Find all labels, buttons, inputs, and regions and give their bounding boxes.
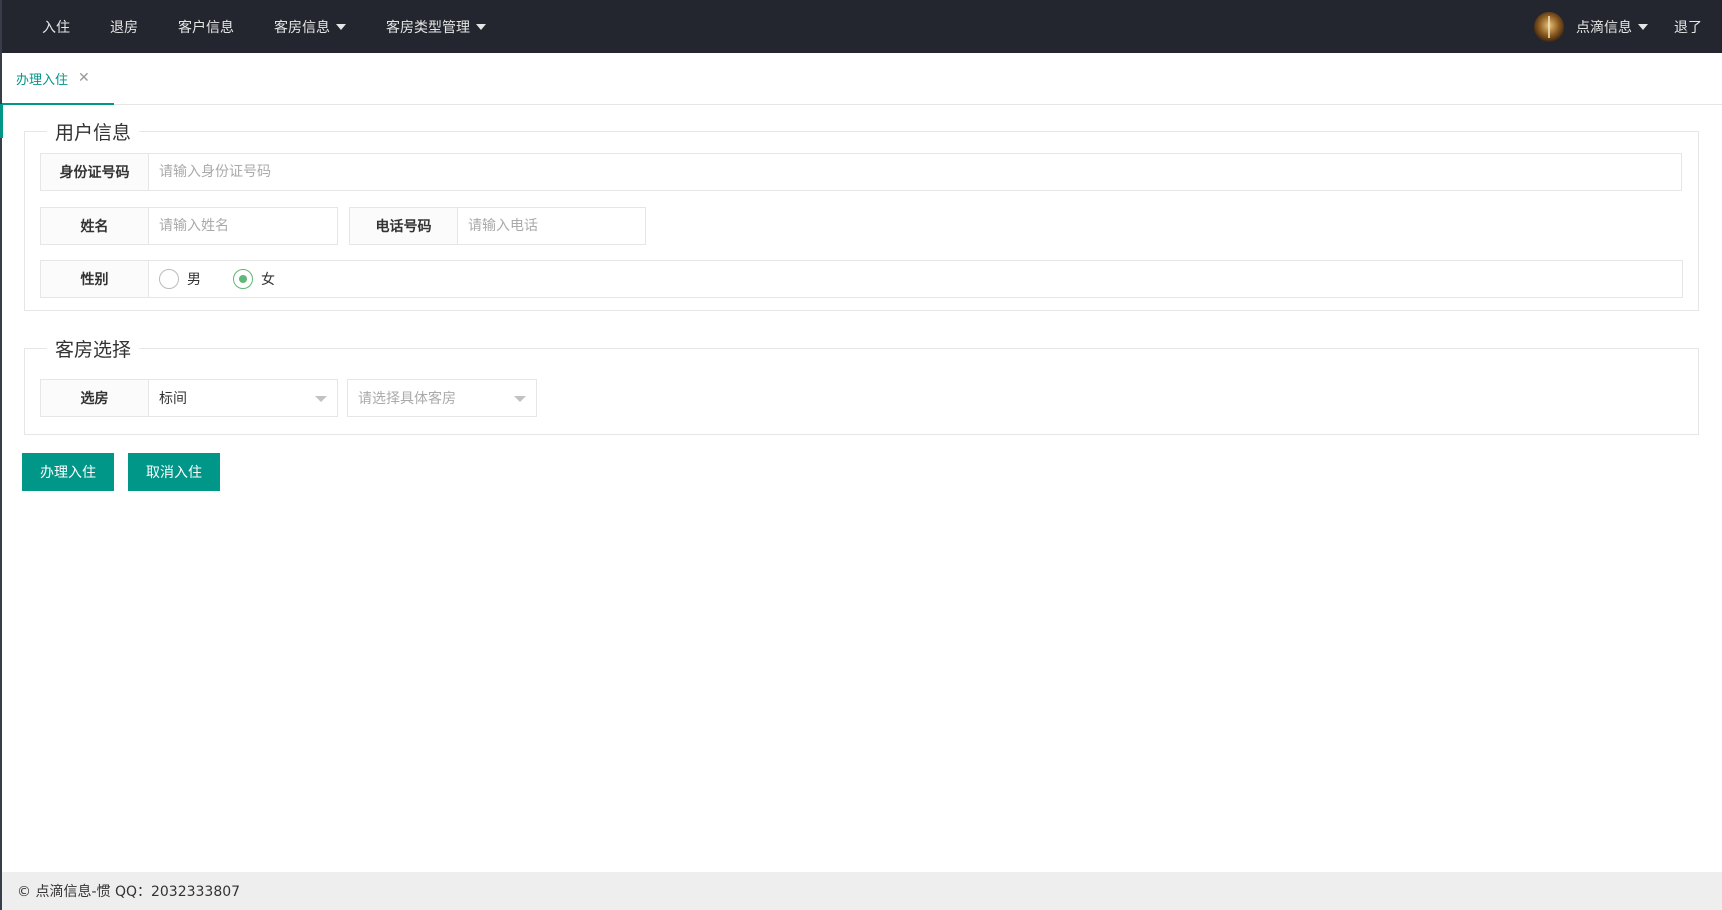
tab-label: 办理入住 — [16, 72, 69, 88]
radio-checked-icon — [233, 269, 253, 289]
nav-item-checkout[interactable]: 退房 — [90, 0, 158, 53]
radio-unchecked-icon — [159, 269, 179, 289]
main-nav: 入住 退房 客户信息 客房信息 客房类型管理 — [22, 0, 506, 53]
gender-label: 性别 — [40, 260, 148, 298]
nav-item-room-type-management[interactable]: 客房类型管理 — [366, 0, 506, 53]
user-menu[interactable]: 点滴信息 — [1576, 17, 1648, 37]
cancel-checkin-button[interactable]: 取消入住 — [128, 453, 220, 491]
gender-radio-male[interactable]: 男 — [159, 269, 201, 289]
submit-checkin-button[interactable]: 办理入住 — [22, 453, 114, 491]
name-label: 姓名 — [40, 207, 148, 245]
id-card-row: 身份证号码 — [40, 153, 1682, 191]
phone-row: 电话号码 — [349, 207, 646, 245]
id-card-label: 身份证号码 — [40, 153, 148, 191]
radio-label: 男 — [187, 272, 201, 288]
room-type-value: 标间 — [159, 391, 187, 407]
user-info-legend: 用户信息 — [47, 118, 140, 145]
room-type-select[interactable]: 标间 — [148, 379, 338, 417]
caret-down-icon — [336, 23, 346, 30]
nav-item-checkin[interactable]: 入住 — [22, 0, 90, 53]
phone-label: 电话号码 — [349, 207, 457, 245]
avatar[interactable] — [1534, 11, 1564, 42]
page: 入住 退房 客户信息 客房信息 客房类型管理 点滴信息 退了 办理入住 ✕ 用户… — [0, 0, 1722, 910]
active-indicator — [0, 104, 3, 138]
gender-row: 性别 男 女 — [40, 260, 1683, 298]
nav-item-label: 客户信息 — [178, 19, 234, 36]
radio-label: 女 — [261, 272, 275, 288]
name-input[interactable] — [148, 207, 338, 245]
gender-radio-group: 男 女 — [148, 260, 1683, 298]
phone-input[interactable] — [457, 207, 646, 245]
top-navbar: 入住 退房 客户信息 客房信息 客房类型管理 点滴信息 退了 — [0, 0, 1722, 53]
caret-down-icon — [514, 396, 526, 402]
tab-bar: 办理入住 ✕ — [2, 53, 1722, 105]
footer-text: © 点滴信息-惯 QQ：2032333807 — [17, 884, 241, 900]
close-icon[interactable]: ✕ — [78, 70, 90, 86]
id-card-input[interactable] — [148, 153, 1682, 191]
user-info-fieldset: 用户信息 身份证号码 姓名 电话号码 性别 男 女 — [24, 118, 1699, 311]
gender-radio-female[interactable]: 女 — [233, 269, 275, 289]
footer: © 点滴信息-惯 QQ：2032333807 — [2, 872, 1722, 910]
user-name-label: 点滴信息 — [1576, 19, 1632, 36]
room-select-legend: 客房选择 — [47, 335, 140, 362]
user-area: 点滴信息 退了 — [1534, 0, 1702, 53]
caret-down-icon — [1638, 23, 1648, 30]
nav-item-room-info[interactable]: 客房信息 — [254, 0, 366, 53]
logout-link[interactable]: 退了 — [1674, 17, 1702, 37]
caret-down-icon — [476, 23, 486, 30]
caret-down-icon — [315, 396, 327, 402]
nav-item-label: 入住 — [42, 19, 70, 36]
nav-item-customer-info[interactable]: 客户信息 — [158, 0, 254, 53]
nav-item-label: 客房信息 — [274, 19, 330, 36]
name-row: 姓名 — [40, 207, 338, 245]
nav-item-label: 客房类型管理 — [386, 19, 470, 36]
room-number-placeholder: 请选择具体客房 — [358, 391, 456, 407]
room-select-fieldset: 客房选择 选房 标间 请选择具体客房 — [24, 335, 1699, 435]
tab-checkin[interactable]: 办理入住 ✕ — [2, 53, 114, 105]
room-select-row: 选房 标间 请选择具体客房 — [40, 379, 537, 417]
nav-item-label: 退房 — [110, 19, 138, 36]
room-number-select[interactable]: 请选择具体客房 — [347, 379, 537, 417]
room-select-label: 选房 — [40, 379, 148, 417]
